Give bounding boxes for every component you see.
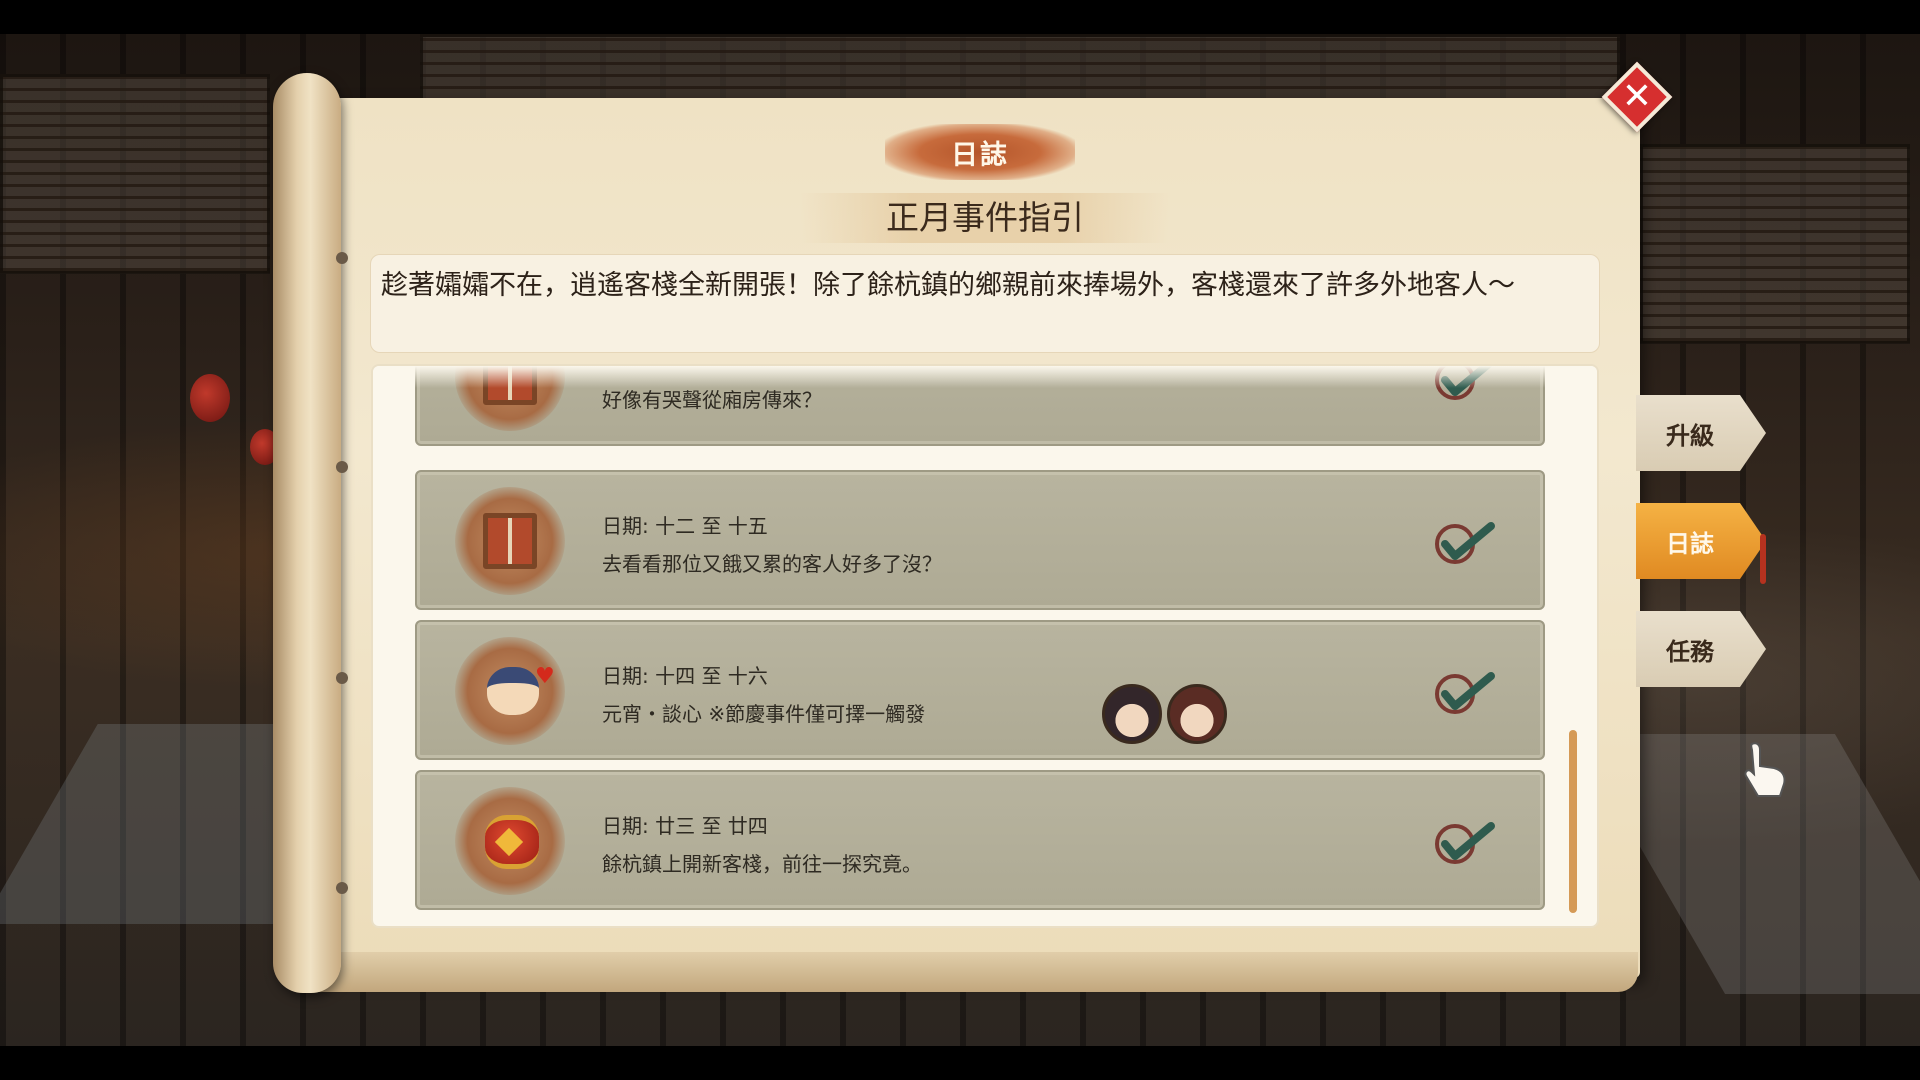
scroll-pin <box>336 882 348 894</box>
event-guide-subtitle: 正月事件指引 <box>800 193 1170 243</box>
character-heart-icon: ♥ <box>455 637 565 745</box>
journal-title: 日誌 <box>885 124 1075 180</box>
event-description: 好像有哭聲從廂房傳來？ <box>602 388 822 412</box>
event-description: 餘杭鎮上開新客棧，前往一探究竟。 <box>602 852 922 876</box>
character-avatar <box>1102 684 1162 744</box>
checkmark-icon <box>1435 672 1495 714</box>
event-date: 日期: 十二 至 十五 <box>602 514 768 538</box>
checkmark-icon <box>1435 522 1495 564</box>
list-top-fade <box>373 366 1597 388</box>
event-list[interactable]: 好像有哭聲從廂房傳來？ 日期: 十二 至 十五 去看看那位又餓又累的客人好多了沒… <box>371 364 1599 928</box>
event-row[interactable]: 日期: 廿三 至 廿四 餘杭鎮上開新客棧，前往一探究竟。 <box>415 770 1545 910</box>
intro-text: 趁著孀孀不在，逍遙客棧全新開張！除了餘杭鎮的鄉親前來捧場外，客棧還來了許多外地客… <box>381 270 1515 301</box>
lattice-window <box>0 74 270 274</box>
scroll-pin <box>336 672 348 684</box>
scroll-rod <box>273 73 341 993</box>
close-icon[interactable]: ✕ <box>1612 72 1662 122</box>
character-avatar <box>1167 684 1227 744</box>
scrollbar[interactable] <box>1569 730 1577 913</box>
event-description: 元宵・談心 ※節慶事件僅可擇一觸發 <box>602 702 926 726</box>
event-row[interactable]: ♥ 日期: 十四 至 十六 元宵・談心 ※節慶事件僅可擇一觸發 <box>415 620 1545 760</box>
intro-box: 趁著孀孀不在，逍遙客棧全新開張！除了餘杭鎮的鄉親前來捧場外，客棧還來了許多外地客… <box>370 254 1600 353</box>
checkmark-icon <box>1435 822 1495 864</box>
event-date: 日期: 廿三 至 廿四 <box>602 814 768 838</box>
event-date: 日期: 十四 至 十六 <box>602 664 768 688</box>
tab-journal[interactable]: 日誌 <box>1636 503 1766 579</box>
scroll-pin <box>336 252 348 264</box>
scroll-bottom-edge <box>278 952 1638 992</box>
lattice-window <box>1640 144 1910 344</box>
event-description: 去看看那位又餓又累的客人好多了沒？ <box>602 552 942 576</box>
tab-upgrade[interactable]: 升級 <box>1636 395 1766 471</box>
hand-cursor-icon <box>1744 742 1786 797</box>
red-lantern-decoration <box>190 374 230 422</box>
tab-quests[interactable]: 任務 <box>1636 611 1766 687</box>
event-row[interactable]: 日期: 十二 至 十五 去看看那位又餓又累的客人好多了沒？ <box>415 470 1545 610</box>
lattice-window <box>420 34 1620 104</box>
lantern-icon <box>455 787 565 895</box>
scroll-pin <box>336 461 348 473</box>
tab-tassel <box>1760 534 1766 584</box>
curtain-icon <box>455 487 565 595</box>
